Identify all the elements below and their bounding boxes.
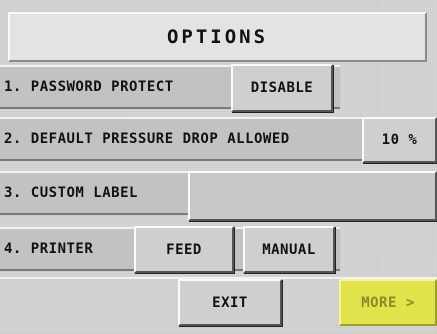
pressure-drop-value-button[interactable]: 10 % xyxy=(362,117,437,163)
options-screen: OPTIONS 1. PASSWORD PROTECT DISABLE 2. D… xyxy=(0,0,437,334)
pressure-drop-label: 2. DEFAULT PRESSURE DROP ALLOWED xyxy=(4,131,290,147)
more-button[interactable]: MORE > xyxy=(339,279,437,326)
page-title: OPTIONS xyxy=(8,12,427,62)
custom-label-label: 3. CUSTOM LABEL xyxy=(4,185,138,201)
password-protect-label: 1. PASSWORD PROTECT xyxy=(4,79,174,95)
exit-button[interactable]: EXIT xyxy=(178,279,282,326)
custom-label-field[interactable] xyxy=(188,171,437,221)
printer-label: 4. PRINTER xyxy=(4,241,94,257)
printer-feed-button[interactable]: FEED xyxy=(134,226,234,273)
password-protect-disable-button[interactable]: DISABLE xyxy=(231,64,333,112)
printer-manual-button[interactable]: MANUAL xyxy=(243,226,335,273)
